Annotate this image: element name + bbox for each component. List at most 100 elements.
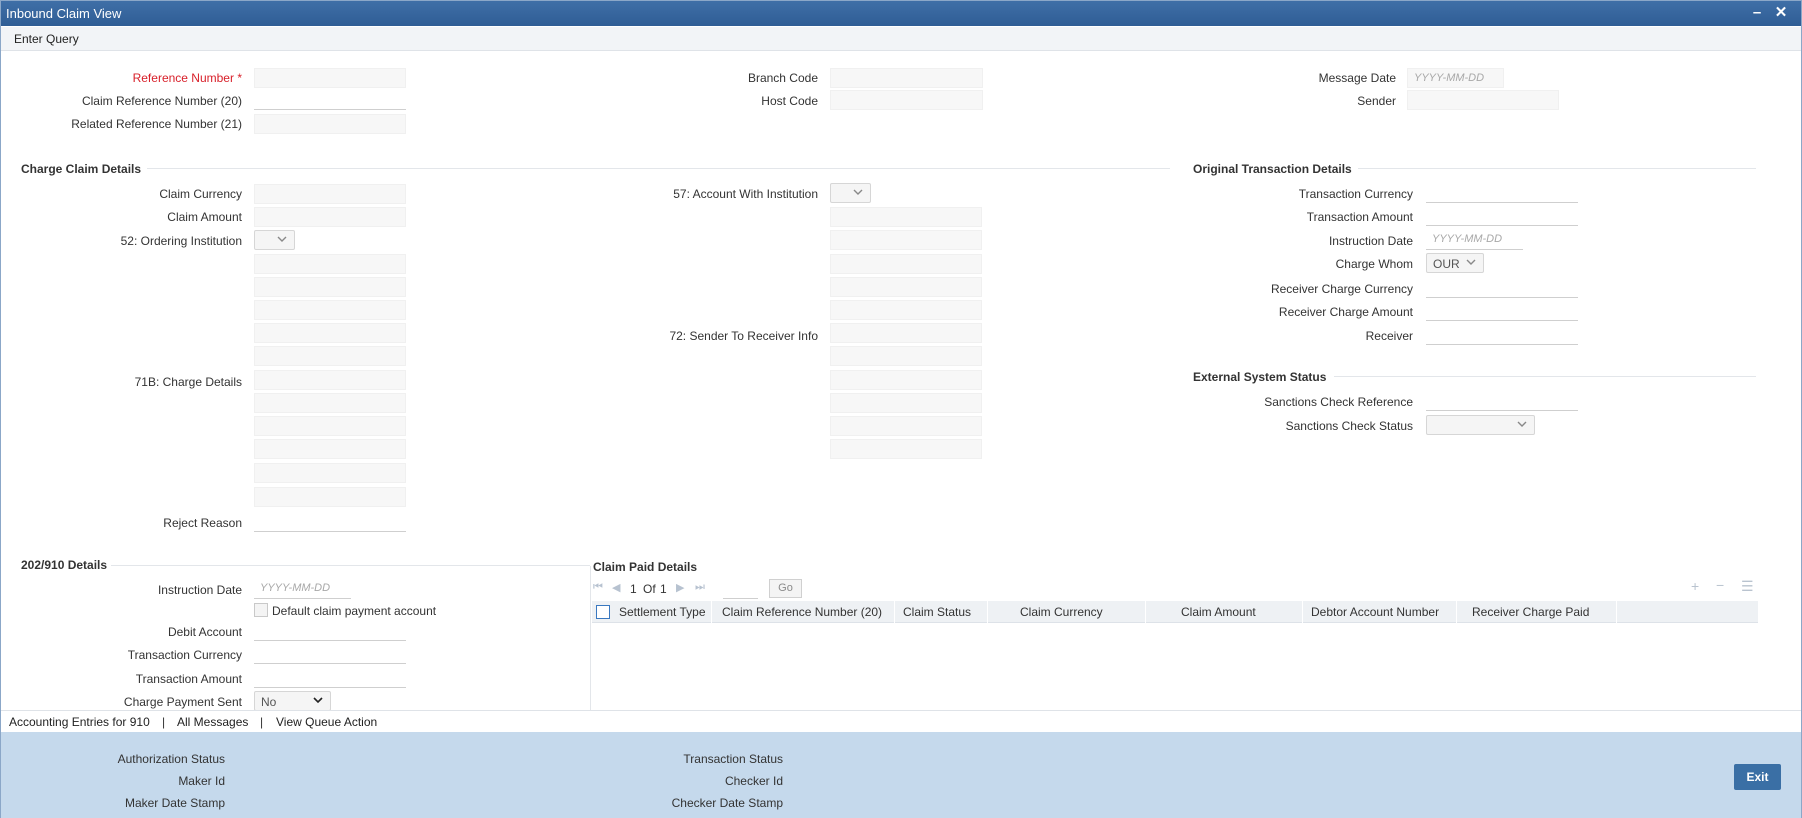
sender-to-receiver-info-line-1[interactable]: [830, 323, 982, 343]
page-number-input[interactable]: [723, 579, 758, 599]
charge-details-line-1[interactable]: [254, 370, 406, 390]
ordering-institution-line-4[interactable]: [254, 323, 406, 343]
debit-account-input[interactable]: [254, 621, 406, 641]
default-claim-payment-account-checkbox[interactable]: [254, 603, 268, 617]
list-view-icon[interactable]: ☰: [1741, 578, 1754, 595]
receiver-charge-amount-input[interactable]: [1426, 301, 1578, 321]
section-divider: [1358, 168, 1756, 169]
pager-of-label: Of: [643, 582, 656, 596]
message-date-label: Message Date: [1318, 71, 1396, 85]
column-header-claim-currency[interactable]: Claim Currency: [1020, 605, 1103, 619]
ordering-institution-line-1[interactable]: [254, 254, 406, 274]
account-with-institution-select[interactable]: [830, 183, 871, 203]
charge-details-line-2[interactable]: [254, 393, 406, 413]
ordering-institution-line-3[interactable]: [254, 300, 406, 320]
view-queue-action-link[interactable]: View Queue Action: [276, 715, 377, 729]
transaction-status-label: Transaction Status: [683, 752, 783, 766]
instruction-date-input[interactable]: YYYY-MM-DD: [1426, 230, 1523, 250]
ordering-institution-select[interactable]: [254, 230, 295, 250]
external-system-status-title: External System Status: [1193, 370, 1327, 384]
receiver-charge-currency-input[interactable]: [1426, 278, 1578, 298]
charge-whom-select[interactable]: OUR: [1426, 253, 1484, 273]
section-divider: [147, 168, 1170, 169]
sender-to-receiver-info-line-2[interactable]: [830, 346, 982, 366]
chevron-down-icon: [853, 189, 863, 195]
select-all-checkbox[interactable]: [596, 605, 610, 619]
first-page-icon[interactable]: ⏮: [593, 581, 603, 594]
message-date-input[interactable]: YYYY-MM-DD: [1407, 68, 1504, 88]
add-row-icon[interactable]: +: [1691, 578, 1699, 594]
column-header-debtor-account-number[interactable]: Debtor Account Number: [1311, 605, 1439, 619]
account-with-institution-label: 57: Account With Institution: [673, 187, 818, 201]
related-reference-number-input[interactable]: [254, 114, 406, 134]
charge-payment-sent-value: No: [261, 695, 277, 709]
branch-code-label: Branch Code: [747, 71, 818, 85]
sanctions-check-status-select[interactable]: [1426, 415, 1535, 435]
charge-payment-sent-select[interactable]: No: [254, 691, 331, 711]
ordering-institution-line-2[interactable]: [254, 277, 406, 297]
account-with-institution-line-3[interactable]: [830, 254, 982, 274]
transaction-amount-label: Transaction Amount: [1306, 210, 1413, 224]
charge-claim-details-title: Charge Claim Details: [21, 162, 142, 176]
claim-paid-toolbar: ⏮ ◀ 1 Of 1 ▶ ⏭ Go + − ☰: [593, 577, 1758, 599]
sender-input[interactable]: [1407, 90, 1559, 110]
charge-details-line-5[interactable]: [254, 463, 406, 483]
claim-reference-number-input[interactable]: [254, 90, 406, 110]
minimize-icon[interactable]: –: [1748, 4, 1766, 22]
claim-amount-input[interactable]: [254, 207, 406, 227]
reject-reason-input[interactable]: [254, 512, 406, 532]
account-with-institution-line-4[interactable]: [830, 277, 982, 297]
related-reference-number-label: Related Reference Number (21): [71, 117, 242, 131]
audit-footer: Authorization Status Maker Id Maker Date…: [1, 732, 1801, 818]
message-date-placeholder: YYYY-MM-DD: [1414, 72, 1485, 84]
exit-button[interactable]: Exit: [1734, 764, 1781, 790]
charge-details-line-3[interactable]: [254, 416, 406, 436]
claim-amount-label: Claim Amount: [167, 210, 242, 224]
last-page-icon[interactable]: ⏭: [695, 581, 705, 594]
column-header-receiver-charge-paid[interactable]: Receiver Charge Paid: [1472, 605, 1589, 619]
branch-code-input[interactable]: [830, 68, 983, 88]
instruction-date-202-input[interactable]: YYYY-MM-DD: [254, 579, 351, 599]
transaction-currency-202-input[interactable]: [254, 644, 406, 664]
next-page-icon[interactable]: ▶: [676, 581, 684, 594]
go-button[interactable]: Go: [769, 579, 802, 598]
sanctions-check-reference-input[interactable]: [1426, 391, 1578, 411]
original-transaction-details-title: Original Transaction Details: [1193, 162, 1352, 176]
claim-currency-label: Claim Currency: [159, 187, 242, 201]
all-messages-link[interactable]: All Messages: [177, 715, 248, 729]
ordering-institution-line-5[interactable]: [254, 346, 406, 366]
panel-divider: [590, 566, 591, 710]
account-with-institution-line-2[interactable]: [830, 230, 982, 250]
column-separator: [1456, 601, 1457, 623]
sender-to-receiver-info-line-3[interactable]: [830, 370, 982, 390]
column-header-claim-reference-number[interactable]: Claim Reference Number (20): [722, 605, 882, 619]
sender-to-receiver-info-line-6[interactable]: [830, 439, 982, 459]
previous-page-icon[interactable]: ◀: [612, 581, 620, 594]
host-code-input[interactable]: [830, 90, 983, 110]
column-header-settlement-type[interactable]: Settlement Type: [619, 605, 706, 619]
sender-to-receiver-info-line-5[interactable]: [830, 416, 982, 436]
transaction-amount-input[interactable]: [1426, 206, 1578, 226]
receiver-input[interactable]: [1426, 325, 1578, 345]
enter-query-menu-item[interactable]: Enter Query: [14, 32, 79, 46]
account-with-institution-line-5[interactable]: [830, 300, 982, 320]
charge-details-line-6[interactable]: [254, 487, 406, 507]
sender-to-receiver-info-line-4[interactable]: [830, 393, 982, 413]
claim-currency-input[interactable]: [254, 184, 406, 204]
account-with-institution-line-1[interactable]: [830, 207, 982, 227]
transaction-amount-202-input[interactable]: [254, 668, 406, 688]
close-icon[interactable]: ✕: [1772, 4, 1790, 22]
column-separator: [1616, 601, 1617, 623]
link-bar: Accounting Entries for 910 | All Message…: [1, 710, 1801, 732]
column-header-claim-status[interactable]: Claim Status: [903, 605, 971, 619]
sanctions-check-status-label: Sanctions Check Status: [1285, 419, 1413, 433]
delete-row-icon[interactable]: −: [1716, 577, 1724, 593]
column-header-claim-amount[interactable]: Claim Amount: [1181, 605, 1256, 619]
reference-number-label-text: Reference Number: [132, 71, 234, 85]
transaction-amount-202-label: Transaction Amount: [135, 672, 242, 686]
transaction-currency-input[interactable]: [1426, 183, 1578, 203]
charge-details-line-4[interactable]: [254, 439, 406, 459]
accounting-entries-link[interactable]: Accounting Entries for 910: [9, 715, 150, 729]
reference-number-input[interactable]: [254, 68, 406, 88]
instruction-date-placeholder: YYYY-MM-DD: [1432, 233, 1503, 245]
